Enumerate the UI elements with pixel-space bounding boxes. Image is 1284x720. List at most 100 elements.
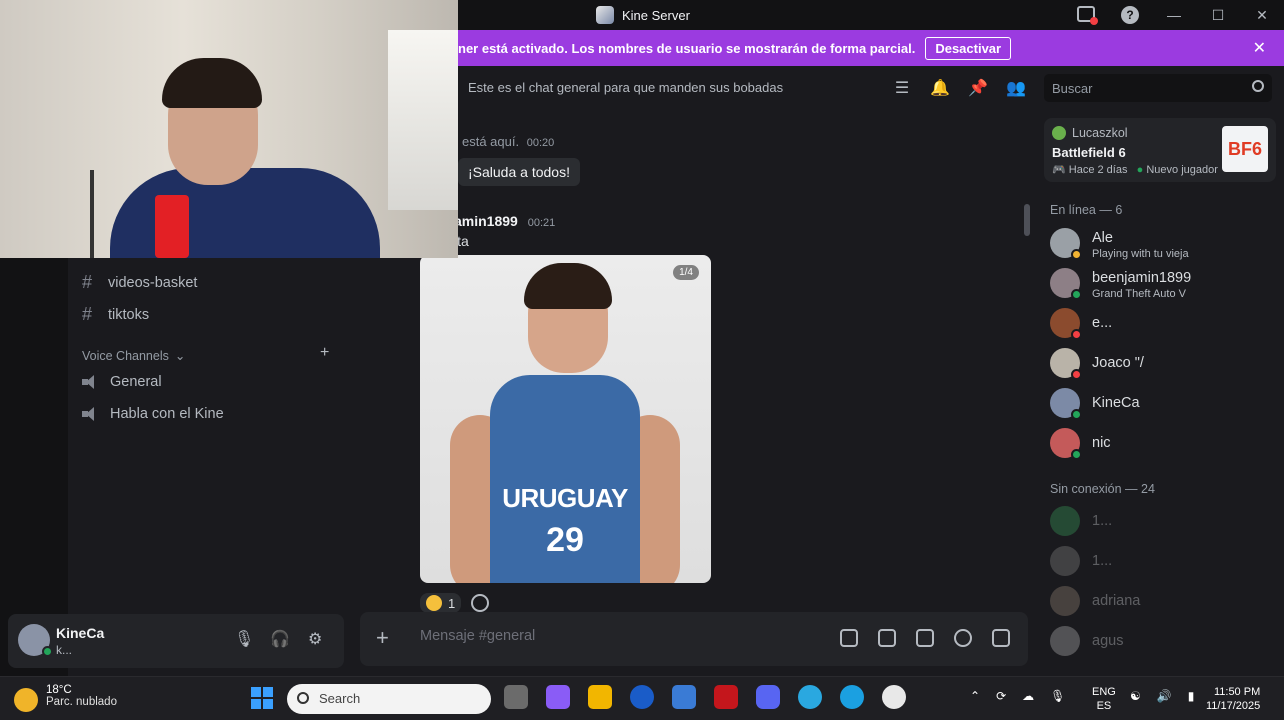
channel-videos-basket[interactable]: # videos-basket xyxy=(82,272,197,293)
channel-tiktoks[interactable]: # tiktoks xyxy=(82,304,149,325)
reaction-heart-eyes[interactable]: 1 xyxy=(420,593,462,613)
status-dot xyxy=(1071,289,1082,300)
edge-icon[interactable] xyxy=(840,685,864,709)
windows-start-icon[interactable] xyxy=(251,687,273,709)
chevron-up-icon[interactable]: ⌃ xyxy=(970,689,980,703)
inbox-icon[interactable] xyxy=(1064,5,1108,25)
wifi-icon[interactable]: ☯ xyxy=(1130,689,1141,703)
weather-widget[interactable]: 18°C Parc. nublado xyxy=(14,684,117,712)
channel-topic: Este es el chat general para que manden … xyxy=(468,80,784,95)
member-item-offline[interactable]: 1... xyxy=(1050,504,1274,538)
weather-icon xyxy=(14,688,38,712)
system-message: está aquí. 00:20 xyxy=(462,134,555,149)
avatar xyxy=(1050,626,1080,656)
discord-icon[interactable] xyxy=(756,685,780,709)
maximize-button[interactable]: ☐ xyxy=(1196,7,1240,24)
search-input[interactable]: Buscar xyxy=(1044,74,1272,102)
image-counter: 1/4 xyxy=(673,265,699,280)
status-dot xyxy=(1071,329,1082,340)
avatar xyxy=(1050,546,1080,576)
jersey: URUGUAY 29 xyxy=(490,375,640,583)
minimize-button[interactable]: — xyxy=(1152,7,1196,23)
hash-icon: # xyxy=(82,304,93,324)
heart-eyes-emoji-icon xyxy=(426,595,442,611)
status-dot xyxy=(1071,409,1082,420)
task-view-icon[interactable] xyxy=(504,685,528,709)
search-icon xyxy=(1252,80,1264,92)
sticker-icon[interactable] xyxy=(916,629,934,647)
chevron-down-icon: ⌄ xyxy=(174,349,186,363)
add-channel-icon[interactable]: + xyxy=(320,344,329,362)
voice-channels-header[interactable]: Voice Channels ⌄ xyxy=(82,348,186,364)
file-explorer-icon[interactable] xyxy=(588,685,612,709)
hp-icon[interactable] xyxy=(630,685,654,709)
gift-icon[interactable] xyxy=(840,629,858,647)
clock[interactable]: 11:50 PM 11/17/2025 xyxy=(1206,685,1260,713)
speaker-icon xyxy=(82,375,100,389)
microphone-icon[interactable]: 🎙 xyxy=(1050,689,1065,703)
deactivate-button[interactable]: Desactivar xyxy=(925,36,1012,60)
member-item[interactable]: Joaco "/ xyxy=(1050,346,1274,380)
username[interactable]: KineCa xyxy=(56,625,104,641)
scrollbar[interactable] xyxy=(1024,204,1030,236)
message-author[interactable]: amin1899 00:21 xyxy=(454,213,555,229)
status-dot xyxy=(1071,249,1082,260)
wave-button[interactable]: ¡Saluda a todos! xyxy=(458,158,580,186)
voice-channel-habla[interactable]: Habla con el Kine xyxy=(82,406,224,422)
add-reaction-icon[interactable] xyxy=(471,594,490,612)
member-item[interactable]: Ale Playing with tu vieja xyxy=(1050,226,1274,260)
gear-icon[interactable]: ⚙ xyxy=(308,629,322,649)
members-icon[interactable]: 👥 xyxy=(1006,78,1026,98)
mcafee-icon[interactable] xyxy=(714,685,738,709)
threads-icon[interactable]: ☰ xyxy=(892,78,912,98)
chrome-icon[interactable] xyxy=(882,685,906,709)
webcam-overlay xyxy=(0,0,458,258)
avatar xyxy=(1052,126,1066,140)
volume-icon[interactable]: 🔊 xyxy=(1157,689,1172,703)
member-item[interactable]: e... xyxy=(1050,306,1274,340)
member-item-offline[interactable]: agus xyxy=(1050,624,1274,658)
member-item-offline[interactable]: adriana xyxy=(1050,584,1274,618)
online-header: En línea — 6 xyxy=(1050,203,1123,217)
message-input[interactable]: Mensaje #general xyxy=(420,628,535,644)
activity-card[interactable]: Lucaszkol Battlefield 6 🎮 Hace 2 días ● … xyxy=(1044,118,1276,182)
message-composer: + Mensaje #general xyxy=(360,612,1028,666)
status-dot xyxy=(1071,449,1082,460)
apps-icon[interactable] xyxy=(992,629,1010,647)
taskbar: 18°C Parc. nublado Search ⌃ ⟳ ☁ 🎙 ENG ES… xyxy=(0,676,1284,720)
window-title: Kine Server xyxy=(596,6,690,24)
server-icon xyxy=(596,6,614,24)
member-item-offline[interactable]: 1... xyxy=(1050,544,1274,578)
battery-icon[interactable]: ▮ xyxy=(1188,689,1195,703)
headphones-icon[interactable]: 🎧 xyxy=(270,629,290,649)
taskbar-search[interactable]: Search xyxy=(287,684,491,714)
member-item[interactable]: KineCa xyxy=(1050,386,1274,420)
offline-header: Sin conexión — 24 xyxy=(1050,482,1155,496)
member-item[interactable]: beenjamin1899 Grand Theft Auto V xyxy=(1050,266,1274,300)
online-status-dot xyxy=(42,646,53,657)
close-button[interactable]: ✕ xyxy=(1240,7,1284,24)
streamer-mode-notice: ner está activado. Los nombres de usuari… xyxy=(458,30,1284,66)
notice-text: ner está activado. Los nombres de usuari… xyxy=(458,40,916,56)
copilot-icon[interactable] xyxy=(546,685,570,709)
avatar xyxy=(1050,506,1080,536)
close-notice-icon[interactable]: ✕ xyxy=(1253,38,1266,58)
voice-channel-general[interactable]: General xyxy=(82,374,162,390)
gif-icon[interactable] xyxy=(878,629,896,647)
member-panel: Buscar Lucaszkol Battlefield 6 🎮 Hace 2 … xyxy=(1036,66,1284,676)
message-image[interactable]: URUGUAY 29 1/4 xyxy=(420,255,711,583)
browser-icon[interactable] xyxy=(798,685,822,709)
emoji-icon[interactable] xyxy=(954,629,972,647)
microphone-icon[interactable]: 🎙 xyxy=(234,629,254,649)
bell-icon[interactable]: 🔔 xyxy=(930,78,950,98)
sync-icon[interactable]: ⟳ xyxy=(996,689,1006,703)
upload-plus-icon[interactable]: + xyxy=(376,625,389,651)
status-dot xyxy=(1071,369,1082,380)
cloud-icon[interactable]: ☁ xyxy=(1022,689,1034,703)
language-indicator[interactable]: ENG ES xyxy=(1092,685,1116,713)
help-icon[interactable]: ? xyxy=(1108,6,1152,24)
member-item[interactable]: nic xyxy=(1050,426,1274,460)
pin-icon[interactable]: 📌 xyxy=(968,78,988,98)
speaker-icon xyxy=(82,407,100,421)
store-icon[interactable] xyxy=(672,685,696,709)
